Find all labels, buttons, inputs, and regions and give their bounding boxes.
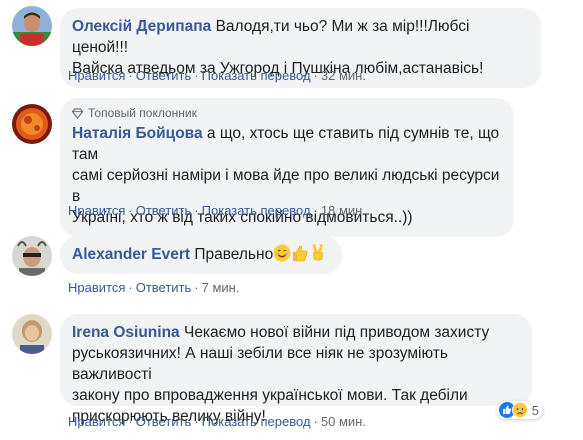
- thumbs-up-icon: [291, 244, 309, 268]
- avatar[interactable]: [12, 314, 52, 354]
- separator: ·: [313, 68, 318, 83]
- timestamp[interactable]: 18 мин.: [321, 203, 366, 218]
- timestamp[interactable]: 32 мин.: [321, 68, 366, 83]
- avatar[interactable]: [12, 236, 52, 276]
- comment-bubble: Alexander Evert Правельно: [60, 236, 342, 274]
- translate-link[interactable]: Показать перевод: [202, 414, 311, 429]
- translate-link[interactable]: Показать перевод: [202, 203, 311, 218]
- reply-link[interactable]: Ответить: [136, 414, 192, 429]
- comment-text: Чекаємо нової війни під приводом захисту: [183, 324, 490, 341]
- separator: ·: [194, 203, 199, 218]
- reaction-count: 5: [531, 402, 539, 418]
- separator: ·: [128, 414, 133, 429]
- comment-actions: Нравится · Ответить · 7 мин.: [68, 280, 239, 295]
- like-link[interactable]: Нравится: [68, 203, 125, 218]
- comment-text: закону про впровадження української мови…: [72, 387, 468, 404]
- top-fan-badge: Топовый поклонник: [72, 105, 502, 121]
- comment-text: самі серйозні наміри і мова йде про вели…: [72, 167, 500, 205]
- smiling-face-icon: [273, 244, 291, 268]
- separator: ·: [313, 203, 318, 218]
- diamond-icon: [72, 107, 83, 119]
- author-name[interactable]: Наталія Бойцова: [72, 125, 203, 142]
- comment-actions: Нравится · Ответить · Показать перевод · 50 ми…: [68, 414, 366, 429]
- avatar-image: [12, 6, 52, 46]
- avatar[interactable]: [12, 6, 52, 46]
- timestamp[interactable]: 50 мин.: [321, 414, 366, 429]
- author-name[interactable]: Alexander Evert: [72, 246, 190, 263]
- avatar-image: [12, 104, 52, 144]
- sad-reaction-icon: [511, 402, 528, 418]
- separator: ·: [194, 68, 199, 83]
- comment-text: руськоязичних! А наші зебіли все ніяк не…: [72, 345, 448, 383]
- author-name[interactable]: Irena Osiunina: [72, 324, 180, 341]
- author-name[interactable]: Олексій Дерипапа: [72, 18, 211, 35]
- separator: ·: [194, 280, 199, 295]
- comment-actions: Нравится · Ответить · Показать перевод · 32 ми…: [68, 68, 366, 83]
- comment-bubble: Irena Osiunina Чекаємо нової війни під п…: [60, 314, 532, 425]
- badge-label: Топовый поклонник: [88, 106, 197, 120]
- timestamp[interactable]: 7 мин.: [202, 280, 240, 295]
- victory-hand-icon: [309, 244, 327, 268]
- comment-text: Правельно: [194, 246, 274, 263]
- separator: ·: [128, 203, 133, 218]
- translate-link[interactable]: Показать перевод: [202, 68, 311, 83]
- like-link[interactable]: Нравится: [68, 414, 125, 429]
- separator: ·: [313, 414, 318, 429]
- comment-actions: Нравится · Ответить · Показать перевод · 18 ми…: [68, 203, 366, 218]
- separator: ·: [194, 414, 199, 429]
- reply-link[interactable]: Ответить: [136, 203, 192, 218]
- reply-link[interactable]: Ответить: [136, 68, 192, 83]
- avatar-image: [12, 314, 52, 354]
- separator: ·: [128, 68, 133, 83]
- like-link[interactable]: Нравится: [68, 280, 125, 295]
- like-link[interactable]: Нравится: [68, 68, 125, 83]
- reply-link[interactable]: Ответить: [136, 280, 192, 295]
- reaction-summary[interactable]: 5: [496, 401, 543, 419]
- avatar[interactable]: [12, 104, 52, 144]
- separator: ·: [128, 280, 133, 295]
- avatar-image: [12, 236, 52, 276]
